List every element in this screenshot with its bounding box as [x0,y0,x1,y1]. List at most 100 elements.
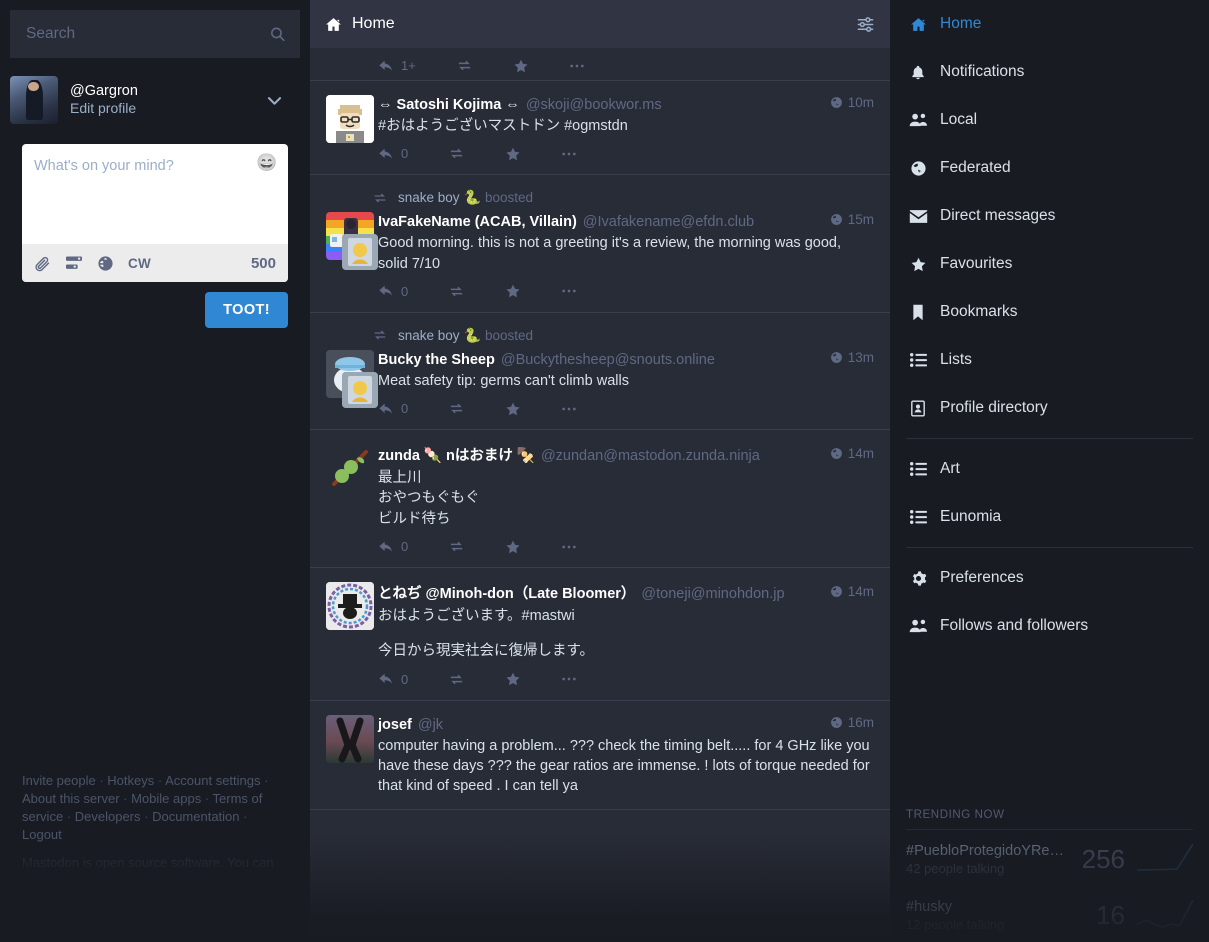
footer-link-hotkeys[interactable]: Hotkeys [107,773,154,788]
more-options-button[interactable] [561,406,577,412]
boost-button[interactable] [448,283,465,300]
avatar[interactable] [326,444,374,493]
status-item[interactable]: zunda 🍡 nはおまけ 🍢 @zundan@mastodon.zunda.n… [310,430,890,569]
more-options-button[interactable] [561,288,577,294]
emoji-picker-icon[interactable]: 😄 [256,152,278,174]
footer-link-account-settings[interactable]: Account settings [165,773,260,788]
display-name[interactable]: とねぢ @Minoh-don（Late Bloomer） [378,582,635,603]
sidebar-item-notifications[interactable]: Notifications [890,48,1209,96]
reply-button[interactable]: 0 [378,146,408,162]
edit-profile-link[interactable]: Edit profile [70,100,265,118]
footer-link-about[interactable]: About this server [22,791,120,806]
toot-button[interactable]: TOOT! [205,292,288,328]
status-item[interactable]: snake boy 🐍 boosted [310,175,890,313]
status-item[interactable]: snake boy 🐍 boosted [310,313,890,431]
sidebar-item-profile-directory[interactable]: Profile directory [890,384,1209,432]
column-header[interactable]: Home [310,0,890,48]
boost-button[interactable] [448,145,465,162]
content-warning-button[interactable]: CW [128,256,151,271]
sidebar-item-home[interactable]: Home [890,0,1209,48]
avatar[interactable] [326,95,374,143]
account-handle[interactable]: @Buckythesheep@snouts.online [501,352,715,368]
account-handle[interactable]: @jk [418,717,443,733]
status-timestamp[interactable]: 14m [822,584,874,599]
avatar[interactable] [326,714,374,763]
sidebar-item-federated[interactable]: Federated [890,144,1209,192]
account-switcher[interactable]: @Gargron Edit profile [0,64,310,134]
sidebar-item-list-eunomia[interactable]: Eunomia [890,493,1209,541]
compose-textarea-wrap[interactable]: What's on your mind? 😄 [22,144,288,244]
reply-button[interactable]: 0 [378,401,408,417]
status-item[interactable]: ⇔ Satoshi Kojima ⇔ @skoji@bookwor.ms 10m… [310,81,890,176]
reply-button[interactable]: 1+ [378,58,416,74]
status-timestamp[interactable]: 13m [822,350,874,365]
reply-button[interactable]: 0 [378,671,408,687]
boost-button[interactable] [448,400,465,417]
account-handle[interactable]: @Ivafakename@efdn.club [583,214,754,230]
boosted-avatar-overlay[interactable] [342,234,378,271]
display-name[interactable]: josef [378,717,412,733]
column-settings-icon[interactable] [856,15,875,34]
status-timestamp[interactable]: 10m [822,95,874,110]
display-name[interactable]: IvaFakeName (ACAB, Villain) [378,214,577,230]
more-options-button[interactable] [569,63,585,69]
sidebar-item-local[interactable]: Local [890,96,1209,144]
favourite-button[interactable] [505,401,521,417]
add-poll-icon[interactable] [65,255,83,271]
boosted-avatar-overlay[interactable] [342,371,378,408]
trending-item[interactable]: #husky 12 people talking 16 [906,886,1193,942]
favourite-button[interactable] [505,671,521,687]
account-text: @Gargron Edit profile [70,82,265,118]
sidebar-item-follows-and-followers[interactable]: Follows and followers [890,602,1209,650]
time-value: 13m [847,349,874,365]
reply-button[interactable]: 0 [378,539,408,555]
account-handle[interactable]: @skoji@bookwor.ms [526,97,662,113]
chevron-down-icon[interactable] [265,91,300,110]
sidebar-item-favourites[interactable]: Favourites [890,240,1209,288]
more-options-button[interactable] [561,151,577,157]
status-timestamp[interactable]: 14m [822,446,874,461]
sidebar-item-bookmarks[interactable]: Bookmarks [890,288,1209,336]
account-handle[interactable]: @zundan@mastodon.zunda.ninja [541,448,760,464]
sidebar-item-lists[interactable]: Lists [890,336,1209,384]
visibility-globe-icon[interactable] [97,255,114,272]
sidebar-footer: Invite people · Hotkeys · Account settin… [0,772,310,890]
favourite-button[interactable] [505,539,521,555]
sidebar-item-preferences[interactable]: Preferences [890,554,1209,602]
favourite-button[interactable] [505,283,521,299]
sidebar-item-direct-messages[interactable]: Direct messages [890,192,1209,240]
search-input[interactable] [10,10,300,58]
status-timestamp[interactable]: 15m [822,212,874,227]
display-name[interactable]: ⇔ Satoshi Kojima ⇔ [378,97,520,113]
status-item[interactable]: josef @jk 16m computer having a problem.… [310,701,890,810]
status-item[interactable]: 1+ [310,48,890,81]
favourite-button[interactable] [513,58,529,74]
footer-link-documentation[interactable]: Documentation [152,809,239,824]
status-item[interactable]: とねぢ @Minoh-don（Late Bloomer） @toneji@min… [310,568,890,701]
display-name[interactable]: zunda 🍡 nはおまけ 🍢 [378,444,535,465]
boost-button[interactable] [448,538,465,555]
account-handle[interactable]: @toneji@minohdon.jp [641,586,784,602]
booster-name[interactable]: snake boy [398,190,460,205]
attach-media-icon[interactable] [34,255,51,272]
sidebar-item-list-art[interactable]: Art [890,445,1209,493]
footer-link-mobile-apps[interactable]: Mobile apps [131,791,201,806]
display-name[interactable]: Bucky the Sheep [378,352,495,368]
boost-button[interactable] [448,671,465,688]
more-options-button[interactable] [561,544,577,550]
trending-sparkline [1137,899,1193,928]
boost-button[interactable] [456,57,473,74]
status-timestamp[interactable]: 16m [822,715,874,730]
footer-link-invite[interactable]: Invite people [22,773,96,788]
avatar[interactable] [326,582,374,631]
favourite-button[interactable] [505,146,521,162]
trending-hashtag[interactable]: #PuebloProtegidoYRe… [906,843,1070,859]
more-options-button[interactable] [561,676,577,682]
trending-hashtag[interactable]: #husky [906,899,1084,915]
booster-name[interactable]: snake boy [398,328,460,343]
reply-button[interactable]: 0 [378,283,408,299]
footer-link-logout[interactable]: Logout [22,827,62,842]
trending-item[interactable]: #PuebloProtegidoYRe… 42 people talking 2… [906,830,1193,886]
search-icon[interactable] [269,26,286,43]
footer-link-developers[interactable]: Developers [75,809,141,824]
